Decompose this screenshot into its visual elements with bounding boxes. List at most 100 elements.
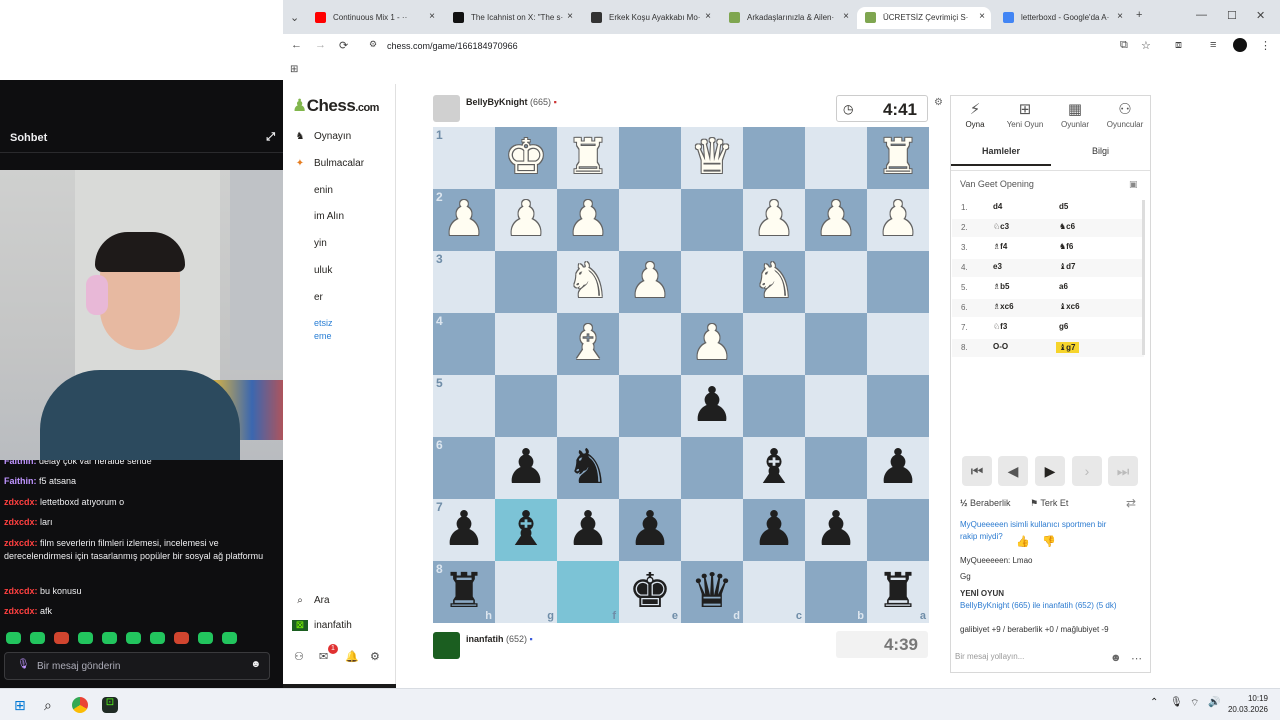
board-square[interactable] (681, 437, 743, 499)
board-square[interactable]: ♝ (495, 499, 557, 561)
board-square[interactable] (867, 251, 929, 313)
bell-icon[interactable]: 🔔 (345, 650, 359, 663)
board-square[interactable]: ♟ (805, 499, 867, 561)
board-square[interactable] (867, 499, 929, 561)
search-icon[interactable]: ⌕ (44, 697, 52, 714)
emote-icon[interactable] (150, 632, 165, 644)
more-icon[interactable]: ⋯ (1131, 652, 1142, 665)
chat-username[interactable]: zdxcdx: (4, 497, 38, 507)
board-square[interactable]: 7 ♟ (433, 499, 495, 561)
chat-username[interactable]: zdxcdx: (4, 517, 38, 527)
mic-icon[interactable]: 🎙 (17, 659, 30, 670)
tab-play[interactable]: ⚡ Oyna (951, 100, 999, 129)
nav-lessons[interactable]: im Alın (292, 211, 344, 227)
board-settings-icon[interactable]: ⚙ (934, 97, 943, 108)
bottom-player-avatar[interactable] (433, 632, 460, 659)
board-square[interactable]: ♟ (867, 437, 929, 499)
media-icon[interactable]: ≡ (1210, 39, 1216, 51)
first-move-button[interactable]: ⏮ (962, 456, 992, 486)
maximize-icon[interactable]: ☐ (1227, 9, 1237, 22)
minimize-icon[interactable]: — (1196, 9, 1207, 21)
black-pawn-icon[interactable]: ♟ (566, 506, 609, 554)
board-square[interactable]: d ♛ (681, 561, 743, 623)
black-move[interactable]: ♝d7 (1059, 262, 1076, 271)
board-square[interactable]: ♜ (557, 127, 619, 189)
white-pawn-icon[interactable]: ♟ (752, 196, 795, 244)
board-square[interactable]: ♞ (557, 437, 619, 499)
browser-tab[interactable]: Continuous Mix 1 - ·· × (307, 7, 441, 29)
chess-board[interactable]: 1 ♚ ♜ ♛ ♜ 2 ♟ ♟ ♟ ♟ ♟ ♟ 3 ♞ ♟ ♞ 4 ♝ ♟ 5 ♟ 6 ♟ ♞ ♝ ♟ 7 ♟ ♝ ♟ ♟ ♟ ♟ 8 h ♜ g f e ♚… (433, 127, 929, 623)
emote-icon[interactable] (30, 632, 45, 644)
chat-username[interactable]: Faithin: (4, 476, 37, 486)
thumbs-down-icon[interactable]: 👎 (1042, 535, 1056, 548)
nav-puzzles[interactable]: ✦ Bulmacalar (292, 158, 364, 174)
clock[interactable]: 10:19 20.03.2026 (1228, 693, 1268, 715)
new-tab-icon[interactable]: + (1136, 9, 1142, 21)
thumbs-up-icon[interactable]: 👍 (1016, 535, 1030, 548)
book-icon[interactable]: ▣ (1129, 179, 1138, 190)
white-move[interactable]: ♘f3 (993, 322, 1007, 331)
tab-search-icon[interactable]: ⌄ (290, 11, 299, 24)
board-square[interactable]: ♜ (867, 127, 929, 189)
chrome-icon[interactable] (72, 697, 88, 713)
browser-tab[interactable]: Arkadaşlarınızla & Ailen· × (721, 7, 855, 29)
emote-icon[interactable] (78, 632, 93, 644)
wifi-icon[interactable]: ⌔ (1190, 697, 1199, 710)
white-move[interactable]: e3 (993, 262, 1002, 271)
nav-free-trial-2[interactable]: eme (292, 331, 332, 347)
board-square[interactable] (619, 189, 681, 251)
friends-icon[interactable]: ⚇ (294, 650, 304, 663)
board-square[interactable] (805, 437, 867, 499)
white-knight-icon[interactable]: ♞ (752, 258, 795, 306)
cast-icon[interactable]: ⧉ (1120, 39, 1128, 52)
board-square[interactable]: ♟ (495, 437, 557, 499)
emote-icon[interactable] (54, 632, 69, 644)
white-bishop-icon[interactable]: ♝ (566, 320, 609, 368)
board-square[interactable]: e ♚ (619, 561, 681, 623)
black-move[interactable]: a6 (1059, 282, 1068, 291)
emoji-icon[interactable]: ☻ (1110, 652, 1122, 664)
expand-icon[interactable]: ⤢ (266, 131, 275, 144)
board-square[interactable] (681, 189, 743, 251)
panel-chat-input[interactable]: Bir mesaj yollayın... (955, 652, 1115, 661)
board-square[interactable]: 1 (433, 127, 495, 189)
black-knight-icon[interactable]: ♞ (566, 444, 609, 492)
board-square[interactable]: ♟ (681, 313, 743, 375)
chess-logo[interactable]: ♟Chess.com (292, 96, 379, 116)
black-king-icon[interactable]: ♚ (628, 568, 671, 616)
tab-info[interactable]: Bilgi (1051, 146, 1150, 166)
white-move[interactable]: ♗b5 (993, 282, 1010, 291)
nav-more[interactable]: er (292, 292, 323, 308)
black-pawn-icon[interactable]: ♟ (690, 382, 733, 430)
board-square[interactable]: a ♜ (867, 561, 929, 623)
board-square[interactable]: ♝ (557, 313, 619, 375)
board-square[interactable]: f (557, 561, 619, 623)
board-square[interactable]: 3 (433, 251, 495, 313)
board-square[interactable]: ♞ (743, 251, 805, 313)
board-square[interactable] (681, 499, 743, 561)
board-square[interactable] (743, 313, 805, 375)
white-pawn-icon[interactable]: ♟ (628, 258, 671, 306)
nav-watch[interactable]: yin (292, 238, 327, 254)
board-square[interactable]: ♟ (619, 499, 681, 561)
white-king-icon[interactable]: ♚ (504, 134, 547, 182)
black-move[interactable]: ♝xc6 (1059, 302, 1080, 311)
board-square[interactable] (681, 251, 743, 313)
board-square[interactable]: g (495, 561, 557, 623)
emote-icon[interactable] (126, 632, 141, 644)
close-tab-icon[interactable]: × (429, 11, 435, 22)
board-square[interactable] (805, 127, 867, 189)
draw-button[interactable]: ½ Beraberlik (960, 498, 1011, 508)
white-knight-icon[interactable]: ♞ (566, 258, 609, 306)
bottom-player-name[interactable]: inanfatih (652) ▪ (466, 634, 533, 644)
bookmark-star-icon[interactable]: ☆ (1141, 39, 1151, 52)
last-move-button[interactable]: ⏭ (1108, 456, 1138, 486)
board-square[interactable]: 2 ♟ (433, 189, 495, 251)
messages-icon[interactable]: ✉ (319, 650, 328, 663)
black-move[interactable]: g6 (1059, 322, 1068, 331)
white-pawn-icon[interactable]: ♟ (504, 196, 547, 244)
board-square[interactable]: c (743, 561, 805, 623)
white-rook-icon[interactable]: ♜ (876, 134, 919, 182)
chat-username[interactable]: zdxcdx: (4, 606, 38, 616)
back-icon[interactable]: ← (291, 39, 302, 51)
